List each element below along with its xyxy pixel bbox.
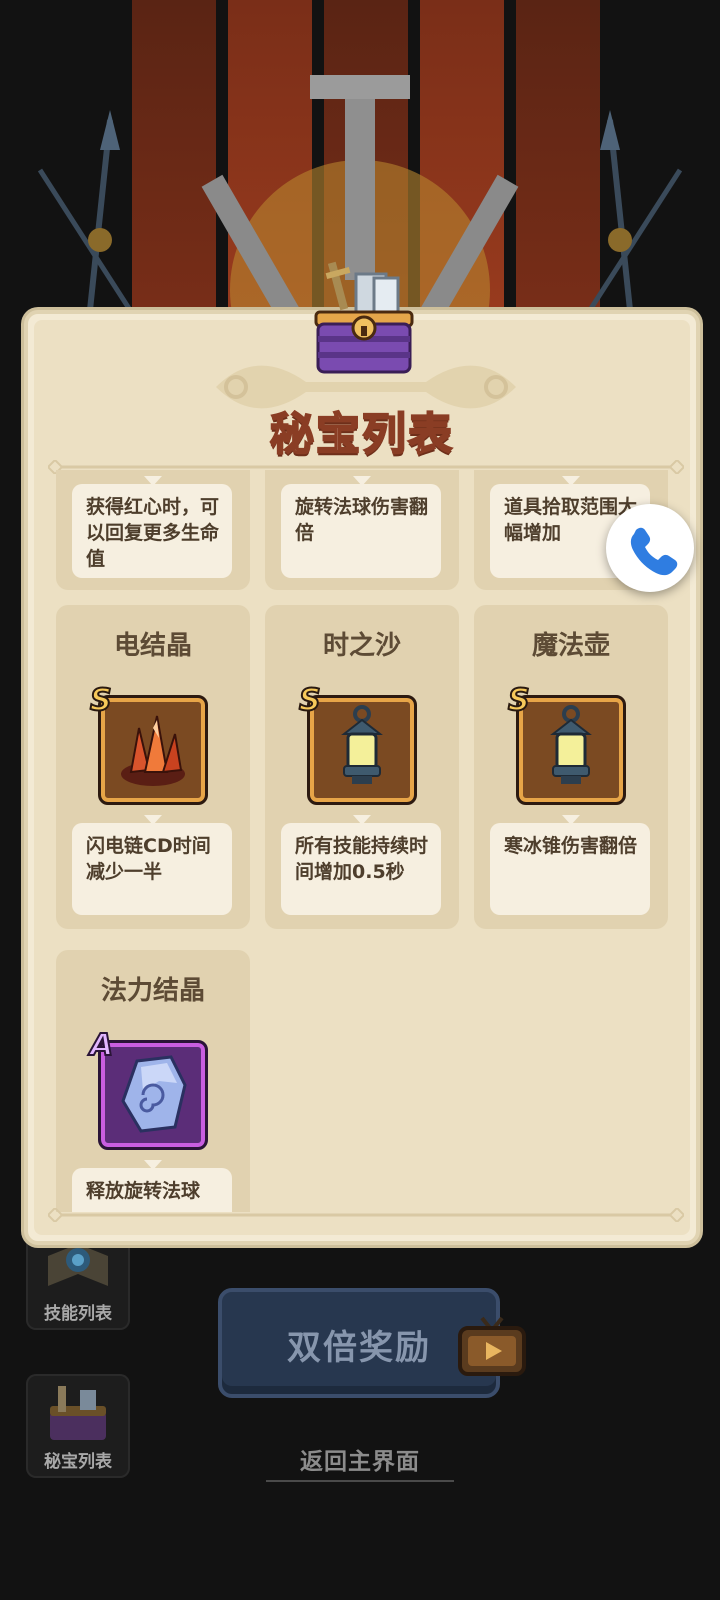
treasure-desc-box: 获得红心时，可以回复更多生命值 <box>72 484 232 578</box>
grade-badge: S <box>89 682 113 719</box>
treasure-icon-frame <box>516 695 626 805</box>
treasure-name: 时之沙 <box>322 631 401 661</box>
treasure-icon-frame <box>307 695 417 805</box>
treasure-card-electric-crystal[interactable]: 电结晶 S 闪电链CD时间减少一半 <box>56 605 250 929</box>
treasure-desc: 闪电链CD时间减少一半 <box>86 835 211 883</box>
treasure-icon-frame <box>98 695 208 805</box>
treasure-card-sand-of-time[interactable]: 时之沙 S 所有技能持续时间增加0.5秒 <box>265 605 459 929</box>
treasure-card[interactable]: 旋转法球伤害翻倍 <box>265 470 459 590</box>
red-crystal-icon <box>121 715 185 786</box>
back-to-main-link[interactable]: 返回主界面 <box>266 1442 454 1476</box>
spiral-rune-stone-icon <box>121 1055 187 1133</box>
grade-badge: S <box>507 682 531 719</box>
lantern-icon <box>341 705 383 784</box>
phone-icon <box>630 527 678 576</box>
grade-badge: S <box>298 682 322 719</box>
spear-rack-left-icon <box>37 110 133 310</box>
floating-call-button[interactable] <box>606 504 694 592</box>
treasure-name: 电结晶 <box>113 631 192 661</box>
side-menu-treasures-label: 秘宝列表 <box>44 1452 112 1472</box>
double-reward-label: 双倍奖励 <box>287 1328 431 1368</box>
lantern-icon <box>550 705 592 784</box>
spear-rack-right-icon <box>587 110 683 310</box>
modal-title: 秘宝列表 <box>269 408 454 461</box>
treasure-desc: 获得红心时，可以回复更多生命值 <box>86 496 220 570</box>
side-menu-treasures-button[interactable]: 秘宝列表 <box>26 1374 130 1478</box>
treasure-card-mana-crystal[interactable]: 法力结晶 A 释放旋转法球 <box>56 950 250 1212</box>
treasure-desc: 旋转法球伤害翻倍 <box>295 496 429 544</box>
treasure-icon-frame <box>98 1040 208 1150</box>
treasure-card[interactable]: 获得红心时，可以回复更多生命值 <box>56 470 250 590</box>
back-link-underline <box>266 1480 454 1482</box>
grade-badge: A <box>89 1027 114 1064</box>
treasure-desc-box: 所有技能持续时间增加0.5秒 <box>281 823 441 915</box>
treasure-desc: 所有技能持续时间增加0.5秒 <box>295 835 429 883</box>
bottom-divider <box>48 1208 684 1222</box>
treasure-desc-box: 旋转法球伤害翻倍 <box>281 484 441 578</box>
video-ad-icon <box>458 1316 526 1376</box>
treasure-card-magic-pot[interactable]: 魔法壶 S 寒冰锥伤害翻倍 <box>474 605 668 929</box>
treasure-desc-box: 寒冰锥伤害翻倍 <box>490 823 650 915</box>
treasure-name: 魔法壶 <box>531 631 610 661</box>
treasure-list-modal: 秘宝列表 获得红心时，可以回复更多生命值 旋转法球伤害翻倍 道具拾取范围大幅增加 <box>24 261 700 1245</box>
treasure-name: 法力结晶 <box>100 976 205 1006</box>
treasure-desc: 寒冰锥伤害翻倍 <box>504 835 638 857</box>
treasure-desc-box: 释放旋转法球 <box>72 1168 232 1212</box>
treasure-chest-icon <box>50 1386 106 1440</box>
treasure-desc-box: 闪电链CD时间减少一半 <box>72 823 232 915</box>
treasure-chest-icon <box>314 261 414 374</box>
treasure-list-scroll[interactable]: 获得红心时，可以回复更多生命值 旋转法球伤害翻倍 道具拾取范围大幅增加 电结晶 <box>56 470 676 1212</box>
treasure-desc: 释放旋转法球 <box>86 1180 201 1202</box>
side-menu-skills-label: 技能列表 <box>44 1304 112 1324</box>
